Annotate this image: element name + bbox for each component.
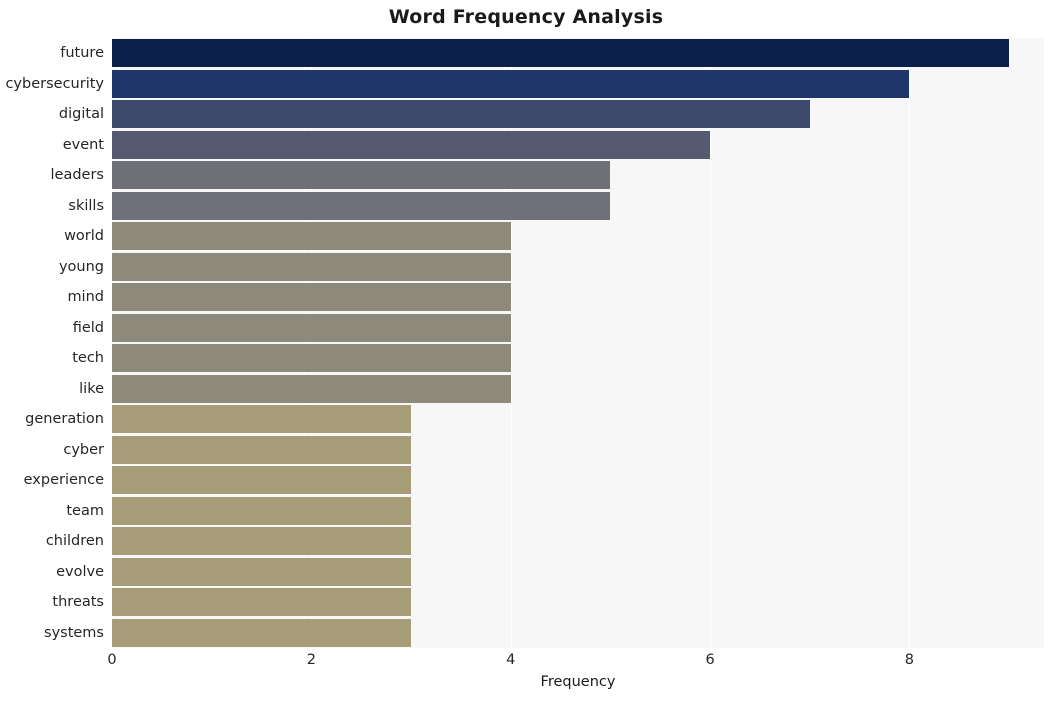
bar[interactable] [112, 130, 711, 159]
y-tick-label: cybersecurity [5, 75, 104, 92]
bar-row [112, 191, 1044, 220]
y-tick-label: field [72, 319, 104, 336]
bar[interactable] [112, 69, 910, 98]
bar[interactable] [112, 374, 511, 403]
plot-area [112, 38, 1044, 648]
y-tick-label: like [79, 380, 104, 397]
chart-title: Word Frequency Analysis [388, 6, 664, 28]
y-tick-label: generation [25, 411, 104, 428]
bar-row [112, 496, 1044, 525]
x-tick-label: 2 [306, 652, 316, 668]
y-axis-tick-labels: future cybersecurity digital event leaders sk… [0, 38, 104, 648]
y-tick-label: team [66, 502, 104, 519]
bar[interactable] [112, 100, 810, 129]
bar-row [112, 374, 1044, 403]
y-tick-label: world [64, 228, 104, 245]
y-tick-label: digital [58, 106, 104, 123]
bar-row [112, 283, 1044, 312]
x-axis-tick-labels: 0 2 4 6 8 [107, 652, 1044, 674]
bar-row [112, 313, 1044, 342]
bar-row [112, 161, 1044, 190]
bars-layer [112, 38, 1044, 648]
bar[interactable] [112, 191, 611, 220]
y-tick-label: cyber [63, 441, 104, 458]
bar-row [112, 222, 1044, 251]
x-tick-label: 0 [107, 652, 117, 668]
bar[interactable] [112, 588, 412, 617]
word-frequency-chart: Word Frequency Analysis future cybersecur… [0, 0, 1052, 701]
bar[interactable] [112, 618, 412, 647]
bar-row [112, 435, 1044, 464]
y-tick-label: young [58, 258, 104, 275]
bar-row [112, 405, 1044, 434]
bar[interactable] [112, 527, 412, 556]
bar-row [112, 588, 1044, 617]
x-tick-label: 4 [506, 652, 516, 668]
bar[interactable] [112, 252, 511, 281]
bar[interactable] [112, 161, 611, 190]
y-tick-label: experience [23, 472, 104, 489]
x-axis-title: Frequency [540, 674, 616, 690]
y-tick-label: future [60, 45, 104, 62]
bar[interactable] [112, 557, 412, 586]
bar[interactable] [112, 344, 511, 373]
x-tick-label: 6 [705, 652, 715, 668]
bar[interactable] [112, 313, 511, 342]
y-tick-label: threats [52, 594, 104, 611]
bar-row [112, 252, 1044, 281]
bar-row [112, 100, 1044, 129]
bar-row [112, 557, 1044, 586]
y-tick-label: evolve [56, 563, 104, 580]
y-tick-label: leaders [50, 167, 104, 184]
bar[interactable] [112, 405, 412, 434]
y-tick-label: skills [68, 197, 104, 214]
bar-row [112, 130, 1044, 159]
bar-row [112, 527, 1044, 556]
y-tick-label: tech [72, 350, 104, 367]
bar[interactable] [112, 283, 511, 312]
y-tick-label: systems [44, 624, 104, 641]
bar[interactable] [112, 466, 412, 495]
bar[interactable] [112, 222, 511, 251]
bar-row [112, 344, 1044, 373]
bar[interactable] [112, 39, 1010, 68]
bar-row [112, 39, 1044, 68]
bar-row [112, 466, 1044, 495]
bar[interactable] [112, 435, 412, 464]
bar-row [112, 618, 1044, 647]
bar[interactable] [112, 496, 412, 525]
y-tick-label: children [45, 533, 104, 550]
bar-row [112, 69, 1044, 98]
y-tick-label: event [62, 136, 104, 153]
x-tick-label: 8 [904, 652, 915, 668]
y-tick-label: mind [67, 289, 104, 306]
